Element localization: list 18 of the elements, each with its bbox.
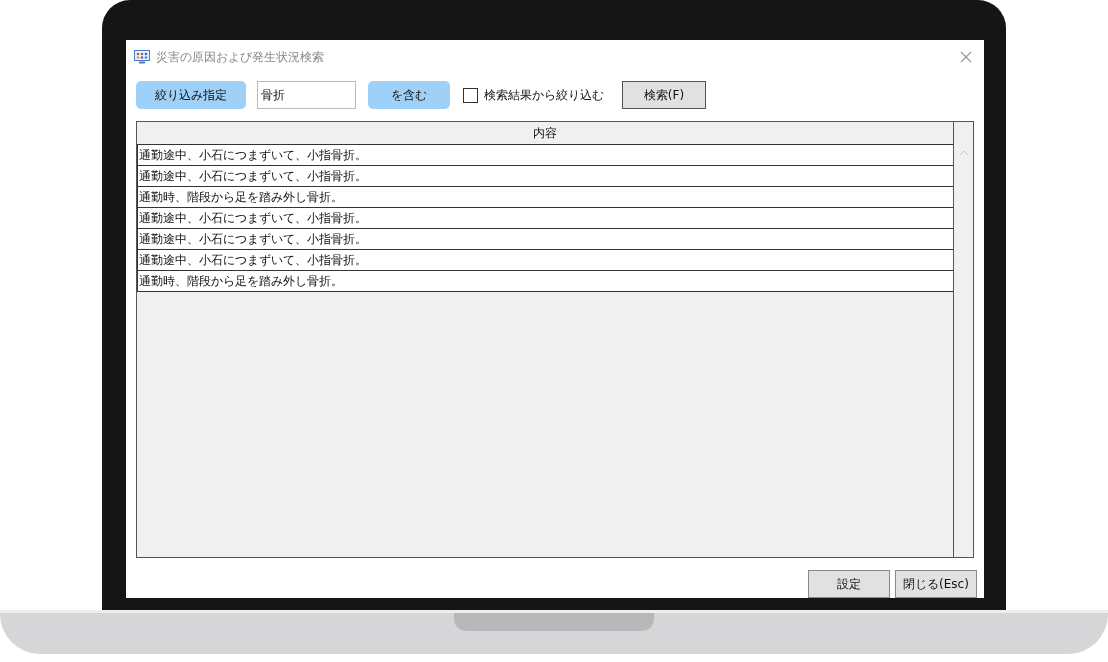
app-icon <box>134 50 150 64</box>
filter-button[interactable]: 絞り込み指定 <box>136 81 246 109</box>
table-cell-text: 通勤途中、小石につまずいて、小指骨折。 <box>138 168 368 185</box>
table-cell-text: 通勤時、階段から足を踏み外し骨折。 <box>138 189 344 206</box>
close-icon[interactable] <box>960 51 972 63</box>
table-cell-text: 通勤途中、小石につまずいて、小指骨折。 <box>138 231 368 248</box>
footer-button[interactable]: 閉じる(Esc) <box>895 570 977 598</box>
refine-checkbox[interactable] <box>463 87 478 103</box>
search-button[interactable]: 検索(F) <box>622 81 706 109</box>
footer-button[interactable]: 設定 <box>808 570 890 598</box>
table-cell-text: 通勤時、階段から足を踏み外し骨折。 <box>138 273 344 290</box>
checkbox-label: 検索結果から絞り込む <box>484 87 604 104</box>
table-cell-text: 通勤途中、小石につまずいて、小指骨折。 <box>138 252 368 269</box>
table-cell-text: 通勤途中、小石につまずいて、小指骨折。 <box>138 210 368 227</box>
search-field[interactable]: 骨折 <box>257 81 356 109</box>
table-cell-text: 通勤途中、小石につまずいて、小指骨折。 <box>138 147 368 164</box>
contains-button[interactable]: を含む <box>368 81 450 109</box>
window-title: 災害の原因および発生状況検索 <box>156 49 325 66</box>
